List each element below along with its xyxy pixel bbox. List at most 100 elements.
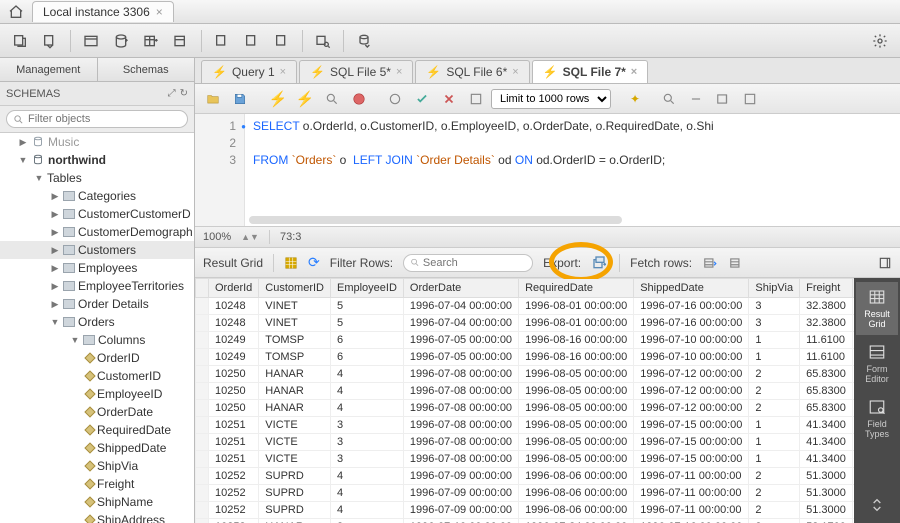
fetch-all-button[interactable]: [728, 256, 744, 270]
filter-rows-field[interactable]: [423, 257, 526, 269]
toggle-panel-button[interactable]: [878, 256, 892, 270]
table-row[interactable]: 10248VINET51996-07-04 00:00:001996-08-01…: [196, 298, 855, 315]
result-table[interactable]: OrderIdCustomerIDEmployeeIDOrderDateRequ…: [195, 278, 854, 523]
close-icon[interactable]: ×: [396, 66, 402, 78]
tab-management[interactable]: Management: [0, 58, 98, 81]
tree-table[interactable]: ▶Employees: [0, 259, 194, 277]
table-row[interactable]: 10250HANAR41996-07-08 00:00:001996-08-05…: [196, 400, 855, 417]
table-row[interactable]: 10250HANAR41996-07-08 00:00:001996-08-05…: [196, 383, 855, 400]
tree-tables[interactable]: ▼Tables: [0, 169, 194, 187]
close-icon[interactable]: ×: [156, 5, 163, 19]
refresh-icon[interactable]: ↻: [180, 88, 188, 99]
tree-column[interactable]: ShipName: [0, 493, 194, 511]
table-row[interactable]: 10249TOMSP61996-07-05 00:00:001996-08-16…: [196, 332, 855, 349]
tree-table[interactable]: ▶Order Details: [0, 295, 194, 313]
column-header[interactable]: RequiredDate: [519, 279, 634, 298]
side-expand-icon[interactable]: [869, 495, 885, 515]
filter-rows-input[interactable]: [403, 254, 533, 272]
open-file-button[interactable]: [201, 88, 225, 110]
filter-objects-input[interactable]: [6, 110, 188, 128]
column-header[interactable]: EmployeeID: [330, 279, 403, 298]
new-sql-tab-button[interactable]: [6, 29, 34, 53]
new-proc-button[interactable]: [208, 29, 236, 53]
execute-current-button[interactable]: ⚡: [293, 88, 317, 110]
tree-column[interactable]: RequiredDate: [0, 421, 194, 439]
table-row[interactable]: 10252SUPRD41996-07-09 00:00:001996-08-06…: [196, 502, 855, 519]
reconnect-button[interactable]: [350, 29, 378, 53]
table-row[interactable]: 10251VICTE31996-07-08 00:00:001996-08-05…: [196, 434, 855, 451]
column-header[interactable]: ShipVia: [749, 279, 800, 298]
table-row[interactable]: 10249TOMSP61996-07-05 00:00:001996-08-16…: [196, 349, 855, 366]
tree-column[interactable]: ShipVia: [0, 457, 194, 475]
inspector-button[interactable]: [77, 29, 105, 53]
search-table-button[interactable]: [309, 29, 337, 53]
home-icon[interactable]: [8, 4, 24, 20]
tree-schema-northwind[interactable]: ▼northwind: [0, 151, 194, 169]
stepper-icon[interactable]: ▲▼: [241, 232, 259, 242]
toggle-autocommit-button[interactable]: [383, 88, 407, 110]
find-button[interactable]: [657, 88, 681, 110]
tab-sqlfile7[interactable]: ⚡SQL File 7*×: [532, 60, 649, 83]
stop-button[interactable]: [347, 88, 371, 110]
column-header[interactable]: ShippedDate: [634, 279, 749, 298]
new-view-button[interactable]: [167, 29, 195, 53]
tree-column[interactable]: Freight: [0, 475, 194, 493]
filter-objects-field[interactable]: [28, 113, 181, 125]
column-header[interactable]: CustomerID: [259, 279, 331, 298]
grid-icon[interactable]: [284, 256, 298, 270]
editor-content[interactable]: SELECT o.OrderId, o.CustomerID, o.Employ…: [245, 114, 722, 226]
result-grid[interactable]: OrderIdCustomerIDEmployeeIDOrderDateRequ…: [195, 278, 854, 523]
tree-column[interactable]: ShipAddress: [0, 511, 194, 523]
new-schema-button[interactable]: [107, 29, 135, 53]
toggle-limit-button[interactable]: [464, 88, 488, 110]
commit-button[interactable]: [410, 88, 434, 110]
tab-sqlfile5[interactable]: ⚡SQL File 5*×: [299, 60, 413, 83]
tree-table[interactable]: ▶Customers: [0, 241, 194, 259]
rollback-button[interactable]: [437, 88, 461, 110]
tab-sqlfile6[interactable]: ⚡SQL File 6*×: [415, 60, 529, 83]
side-form-editor[interactable]: Form Editor: [856, 337, 898, 390]
tab-schemas[interactable]: Schemas: [98, 58, 195, 81]
table-row[interactable]: 10252SUPRD41996-07-09 00:00:001996-08-06…: [196, 468, 855, 485]
new-table-button[interactable]: [137, 29, 165, 53]
close-icon[interactable]: ×: [280, 66, 286, 78]
zoom-level[interactable]: 100%: [203, 231, 231, 243]
explain-button[interactable]: [320, 88, 344, 110]
column-header[interactable]: OrderDate: [403, 279, 518, 298]
tree-columns[interactable]: ▼Columns: [0, 331, 194, 349]
connection-tab[interactable]: Local instance 3306 ×: [32, 1, 174, 22]
close-icon[interactable]: ×: [631, 66, 637, 78]
wrap-button[interactable]: [711, 88, 735, 110]
execute-button[interactable]: ⚡: [266, 88, 290, 110]
tree-table-orders[interactable]: ▼Orders: [0, 313, 194, 331]
beautify-button[interactable]: ✦: [623, 88, 647, 110]
tree-column[interactable]: OrderID: [0, 349, 194, 367]
table-row[interactable]: 10248VINET51996-07-04 00:00:001996-08-01…: [196, 315, 855, 332]
table-row[interactable]: 10253HANAR31996-07-10 00:00:001996-07-24…: [196, 519, 855, 523]
expand-icon[interactable]: ⤢: [168, 88, 176, 99]
tab-query1[interactable]: ⚡Query 1×: [201, 60, 297, 83]
table-row[interactable]: 10251VICTE31996-07-08 00:00:001996-08-05…: [196, 417, 855, 434]
toggle-invisible-button[interactable]: [684, 88, 708, 110]
tree-table[interactable]: ▶CustomerDemograph: [0, 223, 194, 241]
column-header[interactable]: Sh: [852, 279, 854, 298]
export-button[interactable]: [591, 255, 609, 271]
tree-table[interactable]: ▶EmployeeTerritories: [0, 277, 194, 295]
column-header[interactable]: OrderId: [209, 279, 259, 298]
side-field-types[interactable]: Field Types: [856, 392, 898, 445]
editor-hscroll[interactable]: [249, 216, 892, 224]
side-result-grid[interactable]: Result Grid: [856, 282, 898, 335]
tree-column[interactable]: OrderDate: [0, 403, 194, 421]
tree-schema[interactable]: ▶Music: [0, 133, 194, 151]
tree-table[interactable]: ▶Categories: [0, 187, 194, 205]
table-row[interactable]: 10251VICTE31996-07-08 00:00:001996-08-05…: [196, 451, 855, 468]
tree-column[interactable]: ShippedDate: [0, 439, 194, 457]
tree-table[interactable]: ▶CustomerCustomerD: [0, 205, 194, 223]
row-limit-select[interactable]: Limit to 1000 rows: [491, 89, 611, 109]
open-sql-button[interactable]: [36, 29, 64, 53]
save-button[interactable]: [228, 88, 252, 110]
fetch-rows-button[interactable]: [702, 256, 718, 270]
tree-column[interactable]: CustomerID: [0, 367, 194, 385]
table-row[interactable]: 10252SUPRD41996-07-09 00:00:001996-08-06…: [196, 485, 855, 502]
schema-tree[interactable]: ▶Music ▼northwind ▼Tables ▶Categories ▶C…: [0, 133, 194, 523]
